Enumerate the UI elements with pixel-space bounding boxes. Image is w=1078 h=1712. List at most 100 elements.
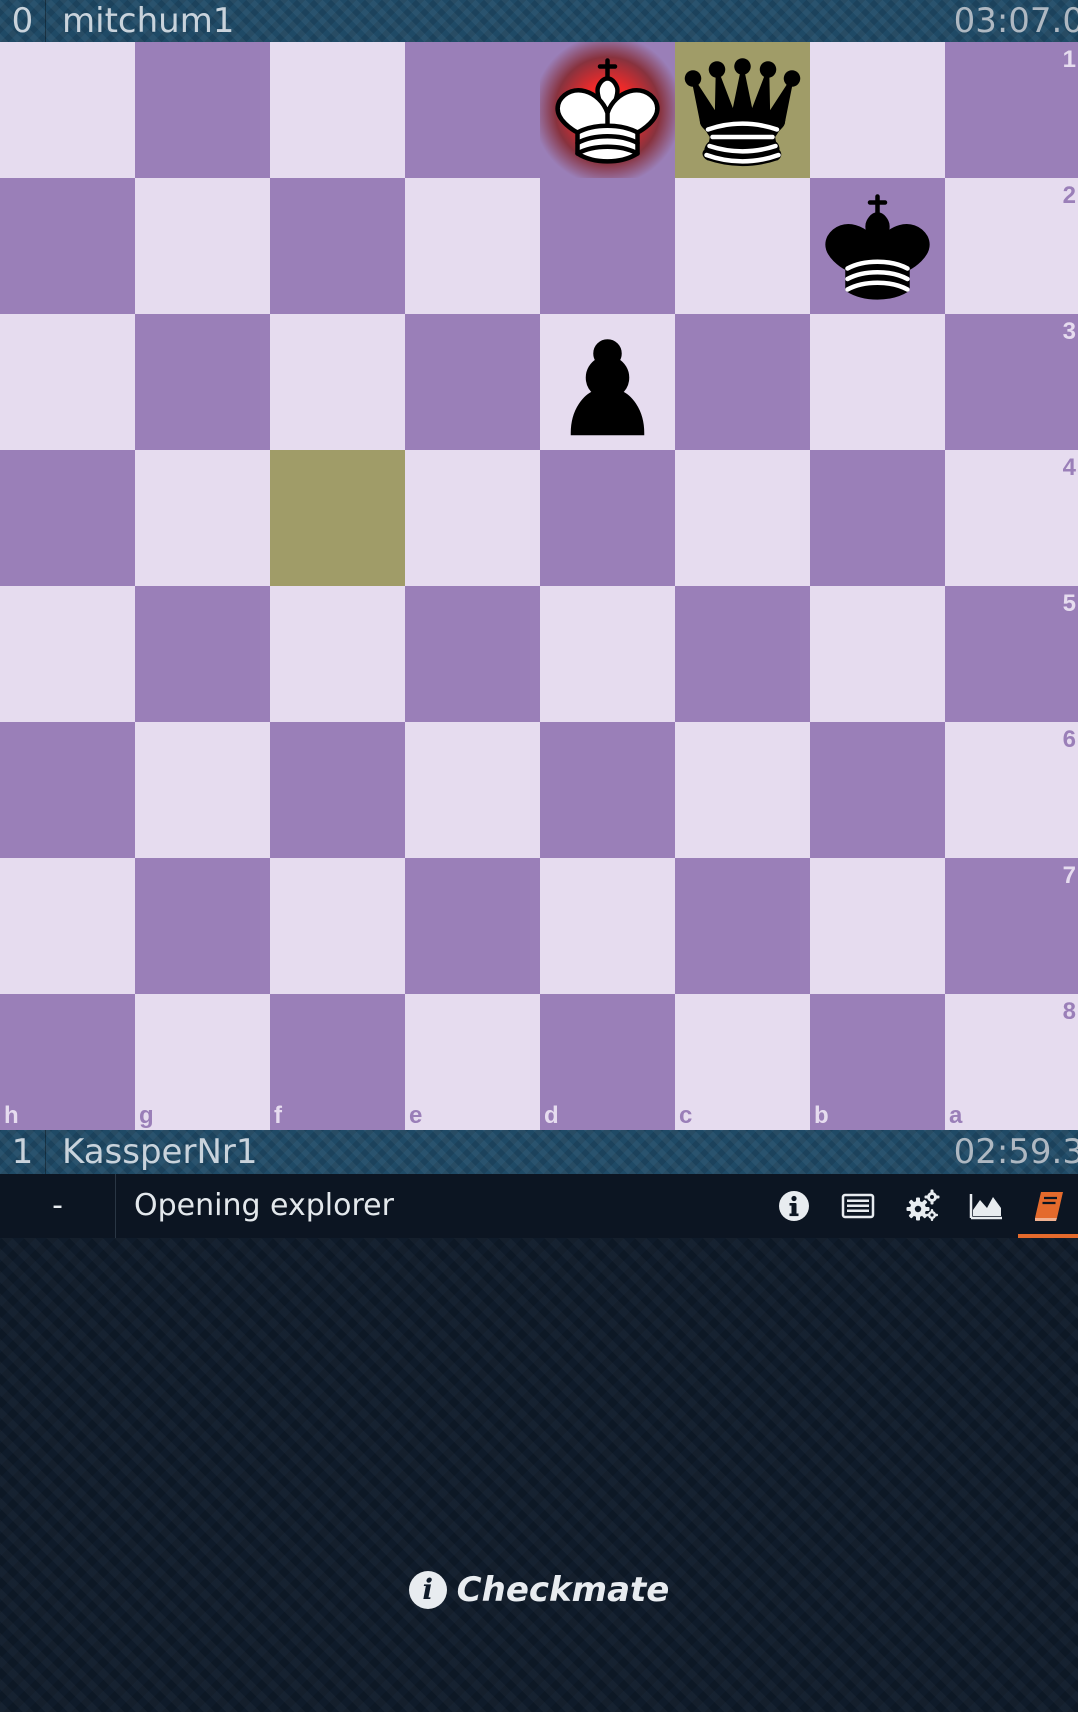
square-h6[interactable] [0,722,135,858]
square-g2[interactable] [135,178,270,314]
square-f4[interactable] [270,450,405,586]
square-f1[interactable] [270,42,405,178]
square-b1[interactable] [810,42,945,178]
square-d4[interactable] [540,450,675,586]
square-e7[interactable] [405,858,540,994]
square-a4[interactable]: 4 [945,450,1078,586]
square-g8[interactable]: g [135,994,270,1130]
square-d3[interactable] [540,314,675,450]
rank-label-6: 6 [1062,726,1076,753]
info-icon[interactable] [776,1188,812,1224]
square-a5[interactable]: 5 [945,586,1078,722]
square-g3[interactable] [135,314,270,450]
square-f6[interactable] [270,722,405,858]
square-d8[interactable]: d [540,994,675,1130]
file-label-d: d [544,1102,559,1129]
square-c1[interactable] [675,42,810,178]
file-label-h: h [4,1102,19,1129]
square-f8[interactable]: f [270,994,405,1130]
square-d7[interactable] [540,858,675,994]
square-h7[interactable] [0,858,135,994]
square-e3[interactable] [405,314,540,450]
list-icon[interactable] [840,1188,876,1224]
bottom-player-rating: 1 [0,1130,46,1174]
square-d6[interactable] [540,722,675,858]
square-b8[interactable]: b [810,994,945,1130]
explorer-panel [0,1238,1078,1712]
square-b3[interactable] [810,314,945,450]
gears-icon[interactable] [905,1188,941,1224]
move-dash-button[interactable]: - [0,1174,116,1238]
square-b6[interactable] [810,722,945,858]
status-text: Checkmate [456,1570,670,1610]
rank-label-7: 7 [1062,862,1076,889]
file-label-c: c [679,1102,693,1129]
square-b7[interactable] [810,858,945,994]
black-king-icon[interactable] [810,178,945,314]
panel-title: Opening explorer [134,1188,394,1223]
chess-board[interactable]: 1 2 34567hgfedcb8a [0,42,1078,1130]
top-player-rating: 0 [0,0,46,42]
top-player-clock: 03:07.0 [953,1,1078,41]
square-b2[interactable] [810,178,945,314]
bottom-player-name[interactable]: KassperNr1 [62,1130,257,1174]
square-e1[interactable] [405,42,540,178]
square-c2[interactable] [675,178,810,314]
square-f7[interactable] [270,858,405,994]
rank-label-1: 1 [1062,46,1076,73]
square-d1[interactable] [540,42,675,178]
square-h8[interactable]: h [0,994,135,1130]
square-e6[interactable] [405,722,540,858]
file-label-f: f [274,1102,282,1129]
square-g1[interactable] [135,42,270,178]
square-a1[interactable]: 1 [945,42,1078,178]
info-icon: i [408,1570,447,1609]
square-c7[interactable] [675,858,810,994]
square-d2[interactable] [540,178,675,314]
square-c8[interactable]: c [675,994,810,1130]
square-e8[interactable]: e [405,994,540,1130]
square-e5[interactable] [405,586,540,722]
square-a8[interactable]: 8a [945,994,1078,1130]
square-f2[interactable] [270,178,405,314]
black-pawn-icon[interactable] [540,314,675,450]
file-label-e: e [409,1102,423,1129]
square-h1[interactable] [0,42,135,178]
square-a6[interactable]: 6 [945,722,1078,858]
bottom-player-clock: 02:59.3 [953,1132,1078,1172]
square-b5[interactable] [810,586,945,722]
square-d5[interactable] [540,586,675,722]
rank-label-3: 3 [1062,318,1076,345]
chart-icon[interactable] [968,1188,1004,1224]
square-a3[interactable]: 3 [945,314,1078,450]
file-label-g: g [139,1102,154,1129]
book-icon[interactable] [1031,1188,1067,1224]
square-g4[interactable] [135,450,270,586]
square-a7[interactable]: 7 [945,858,1078,994]
square-h2[interactable] [0,178,135,314]
square-b4[interactable] [810,450,945,586]
black-queen-icon[interactable] [675,42,810,178]
white-king-icon[interactable] [540,42,675,178]
square-g7[interactable] [135,858,270,994]
square-c6[interactable] [675,722,810,858]
square-f3[interactable] [270,314,405,450]
rank-label-2: 2 [1062,182,1076,209]
square-e2[interactable] [405,178,540,314]
square-h4[interactable] [0,450,135,586]
square-h3[interactable] [0,314,135,450]
square-a2[interactable]: 2 [945,178,1078,314]
square-h5[interactable] [0,586,135,722]
square-g5[interactable] [135,586,270,722]
square-c5[interactable] [675,586,810,722]
square-c3[interactable] [675,314,810,450]
file-label-a: a [949,1102,963,1129]
square-e4[interactable] [405,450,540,586]
square-c4[interactable] [675,450,810,586]
square-g6[interactable] [135,722,270,858]
file-label-b: b [814,1102,829,1129]
rank-label-8: 8 [1062,998,1076,1025]
square-f5[interactable] [270,586,405,722]
top-player-name[interactable]: mitchum1 [62,0,234,42]
bottom-player-bar: 1 KassperNr1 02:59.3 [0,1130,1078,1174]
